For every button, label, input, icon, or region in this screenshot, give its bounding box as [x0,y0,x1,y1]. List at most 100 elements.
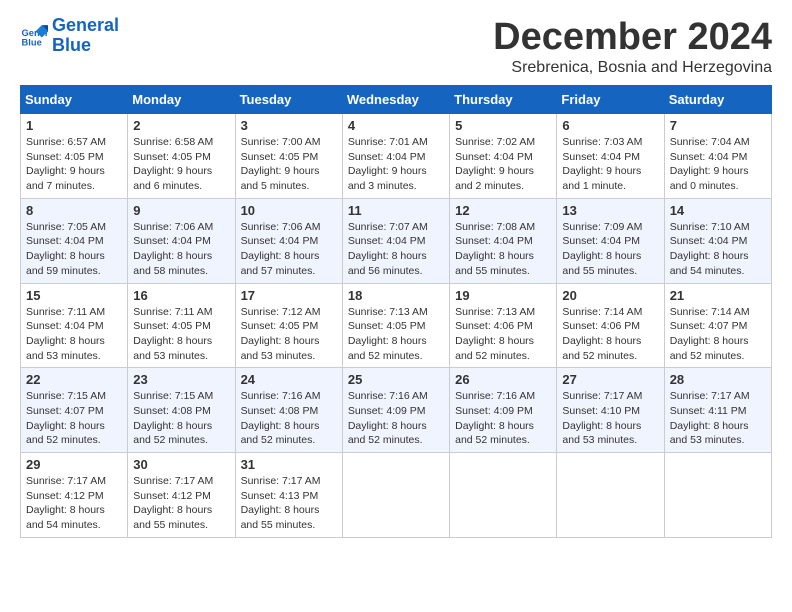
day-content: Sunrise: 7:17 AMSunset: 4:10 PMDaylight:… [562,389,658,448]
day-content: Sunrise: 7:17 AMSunset: 4:13 PMDaylight:… [241,474,337,533]
day-content: Sunrise: 7:11 AMSunset: 4:05 PMDaylight:… [133,305,229,364]
day-content: Sunrise: 7:15 AMSunset: 4:07 PMDaylight:… [26,389,122,448]
day-content: Sunrise: 7:02 AMSunset: 4:04 PMDaylight:… [455,135,551,194]
calendar-cell: 11Sunrise: 7:07 AMSunset: 4:04 PMDayligh… [342,198,449,283]
day-number: 15 [26,288,122,303]
calendar-week-row: 15 Sunrise: 7:11 AMSunset: 4:04 PMDayligh… [21,283,772,368]
logo: General Blue General Blue [20,16,119,56]
day-number: 28 [670,372,766,387]
day-number: 18 [348,288,444,303]
svg-text:Blue: Blue [22,37,42,47]
calendar-cell: 21 Sunrise: 7:14 AMSunset: 4:07 PMDayligh… [664,283,771,368]
calendar-cell: 23Sunrise: 7:15 AMSunset: 4:08 PMDayligh… [128,368,235,453]
day-content: Sunrise: 7:17 AMSunset: 4:12 PMDaylight:… [26,474,122,533]
title-area: December 2024 Srebrenica, Bosnia and Her… [493,16,772,77]
day-number: 25 [348,372,444,387]
day-number: 13 [562,203,658,218]
day-content: Sunrise: 7:05 AMSunset: 4:04 PMDaylight:… [26,220,122,279]
day-number: 11 [348,203,444,218]
day-content: Sunrise: 7:13 AMSunset: 4:05 PMDaylight:… [348,305,444,364]
calendar-cell: 28 Sunrise: 7:17 AMSunset: 4:11 PMDayligh… [664,368,771,453]
day-content: Sunrise: 7:16 AMSunset: 4:09 PMDaylight:… [455,389,551,448]
day-number: 30 [133,457,229,472]
calendar-cell: 29 Sunrise: 7:17 AMSunset: 4:12 PMDayligh… [21,453,128,538]
day-content: Sunrise: 7:00 AMSunset: 4:05 PMDaylight:… [241,135,337,194]
day-number: 22 [26,372,122,387]
day-content: Sunrise: 7:11 AMSunset: 4:04 PMDaylight:… [26,305,122,364]
column-header-thursday: Thursday [450,86,557,114]
calendar-cell: 8 Sunrise: 7:05 AMSunset: 4:04 PMDaylight… [21,198,128,283]
day-number: 21 [670,288,766,303]
column-header-saturday: Saturday [664,86,771,114]
calendar-cell: 27 Sunrise: 7:17 AMSunset: 4:10 PMDayligh… [557,368,664,453]
calendar-cell: 31 Sunrise: 7:17 AMSunset: 4:13 PMDayligh… [235,453,342,538]
day-number: 12 [455,203,551,218]
day-number: 2 [133,118,229,133]
calendar-cell: 12Sunrise: 7:08 AMSunset: 4:04 PMDayligh… [450,198,557,283]
logo-icon: General Blue [20,22,48,50]
day-content: Sunrise: 6:58 AMSunset: 4:05 PMDaylight:… [133,135,229,194]
calendar-cell: 4Sunrise: 7:01 AMSunset: 4:04 PMDaylight… [342,114,449,199]
calendar-cell: 30 Sunrise: 7:17 AMSunset: 4:12 PMDayligh… [128,453,235,538]
day-number: 4 [348,118,444,133]
column-header-sunday: Sunday [21,86,128,114]
day-content: Sunrise: 7:14 AMSunset: 4:07 PMDaylight:… [670,305,766,364]
day-number: 16 [133,288,229,303]
calendar-cell: 3 Sunrise: 7:00 AMSunset: 4:05 PMDaylight… [235,114,342,199]
day-content: Sunrise: 7:17 AMSunset: 4:12 PMDaylight:… [133,474,229,533]
header: General Blue General Blue December 2024 … [20,16,772,77]
day-number: 31 [241,457,337,472]
day-number: 24 [241,372,337,387]
calendar-cell: 2 Sunrise: 6:58 AMSunset: 4:05 PMDaylight… [128,114,235,199]
calendar-cell: 26 Sunrise: 7:16 AMSunset: 4:09 PMDayligh… [450,368,557,453]
calendar-cell: 13 Sunrise: 7:09 AMSunset: 4:04 PMDayligh… [557,198,664,283]
calendar-week-row: 8 Sunrise: 7:05 AMSunset: 4:04 PMDaylight… [21,198,772,283]
calendar-cell: 20 Sunrise: 7:14 AMSunset: 4:06 PMDayligh… [557,283,664,368]
day-content: Sunrise: 6:57 AMSunset: 4:05 PMDaylight:… [26,135,122,194]
day-number: 6 [562,118,658,133]
calendar-cell: 7Sunrise: 7:04 AMSunset: 4:04 PMDaylight… [664,114,771,199]
calendar-header-row: SundayMondayTuesdayWednesdayThursdayFrid… [21,86,772,114]
day-content: Sunrise: 7:16 AMSunset: 4:08 PMDaylight:… [241,389,337,448]
day-number: 17 [241,288,337,303]
calendar-cell: 15 Sunrise: 7:11 AMSunset: 4:04 PMDayligh… [21,283,128,368]
day-content: Sunrise: 7:06 AMSunset: 4:04 PMDaylight:… [241,220,337,279]
day-number: 27 [562,372,658,387]
calendar-cell: 24 Sunrise: 7:16 AMSunset: 4:08 PMDayligh… [235,368,342,453]
day-number: 8 [26,203,122,218]
day-content: Sunrise: 7:09 AMSunset: 4:04 PMDaylight:… [562,220,658,279]
calendar-subtitle: Srebrenica, Bosnia and Herzegovina [493,59,772,77]
calendar-cell: 9 Sunrise: 7:06 AMSunset: 4:04 PMDaylight… [128,198,235,283]
column-header-monday: Monday [128,86,235,114]
day-content: Sunrise: 7:06 AMSunset: 4:04 PMDaylight:… [133,220,229,279]
column-header-friday: Friday [557,86,664,114]
column-header-wednesday: Wednesday [342,86,449,114]
day-number: 9 [133,203,229,218]
day-number: 29 [26,457,122,472]
calendar-title: December 2024 [493,16,772,59]
day-content: Sunrise: 7:14 AMSunset: 4:06 PMDaylight:… [562,305,658,364]
calendar-table: SundayMondayTuesdayWednesdayThursdayFrid… [20,85,772,538]
calendar-cell: 22 Sunrise: 7:15 AMSunset: 4:07 PMDayligh… [21,368,128,453]
day-number: 3 [241,118,337,133]
day-number: 26 [455,372,551,387]
calendar-cell: 14Sunrise: 7:10 AMSunset: 4:04 PMDayligh… [664,198,771,283]
calendar-week-row: 1Sunrise: 6:57 AMSunset: 4:05 PMDaylight… [21,114,772,199]
calendar-cell [450,453,557,538]
calendar-week-row: 29 Sunrise: 7:17 AMSunset: 4:12 PMDayligh… [21,453,772,538]
calendar-cell [342,453,449,538]
calendar-cell: 5Sunrise: 7:02 AMSunset: 4:04 PMDaylight… [450,114,557,199]
calendar-cell: 25 Sunrise: 7:16 AMSunset: 4:09 PMDayligh… [342,368,449,453]
calendar-week-row: 22 Sunrise: 7:15 AMSunset: 4:07 PMDayligh… [21,368,772,453]
calendar-cell [664,453,771,538]
day-number: 7 [670,118,766,133]
day-content: Sunrise: 7:17 AMSunset: 4:11 PMDaylight:… [670,389,766,448]
day-content: Sunrise: 7:03 AMSunset: 4:04 PMDaylight:… [562,135,658,194]
day-number: 19 [455,288,551,303]
day-content: Sunrise: 7:16 AMSunset: 4:09 PMDaylight:… [348,389,444,448]
logo-line1: General [52,15,119,35]
column-header-tuesday: Tuesday [235,86,342,114]
day-number: 20 [562,288,658,303]
calendar-cell: 1Sunrise: 6:57 AMSunset: 4:05 PMDaylight… [21,114,128,199]
day-content: Sunrise: 7:15 AMSunset: 4:08 PMDaylight:… [133,389,229,448]
